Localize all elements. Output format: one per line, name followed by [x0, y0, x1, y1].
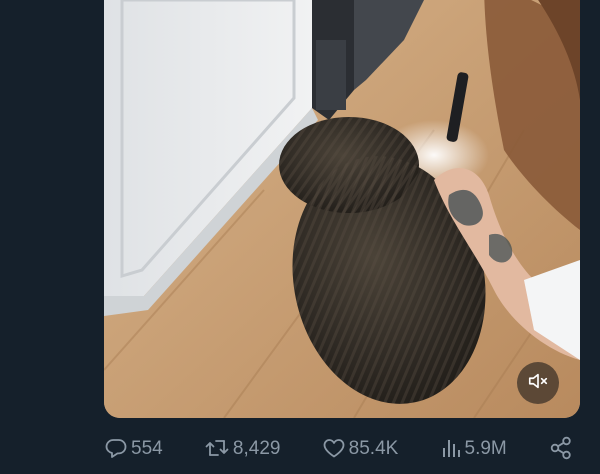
heart-icon: [322, 436, 346, 460]
reply-button[interactable]: 554: [104, 430, 163, 466]
share-icon: [548, 435, 574, 461]
repost-count: 8,429: [232, 437, 281, 459]
like-button[interactable]: 85.4K: [322, 430, 399, 466]
views-count: 5.9M: [464, 437, 507, 459]
video-player[interactable]: [104, 0, 580, 418]
video-frame: [104, 0, 580, 418]
share-button[interactable]: [548, 430, 574, 466]
speaker-muted-icon: [527, 370, 549, 396]
views-button[interactable]: 5.9M: [440, 430, 507, 466]
mute-toggle-button[interactable]: [517, 362, 559, 404]
repost-button[interactable]: 8,429: [204, 430, 281, 466]
reply-bubble-icon: [104, 436, 128, 460]
post-action-bar: 554 8,429 85.4K 5.9M: [104, 430, 574, 466]
views-bars-icon: [440, 436, 462, 460]
like-count: 85.4K: [348, 437, 399, 459]
reply-count: 554: [131, 437, 163, 459]
repost-icon: [204, 436, 230, 460]
